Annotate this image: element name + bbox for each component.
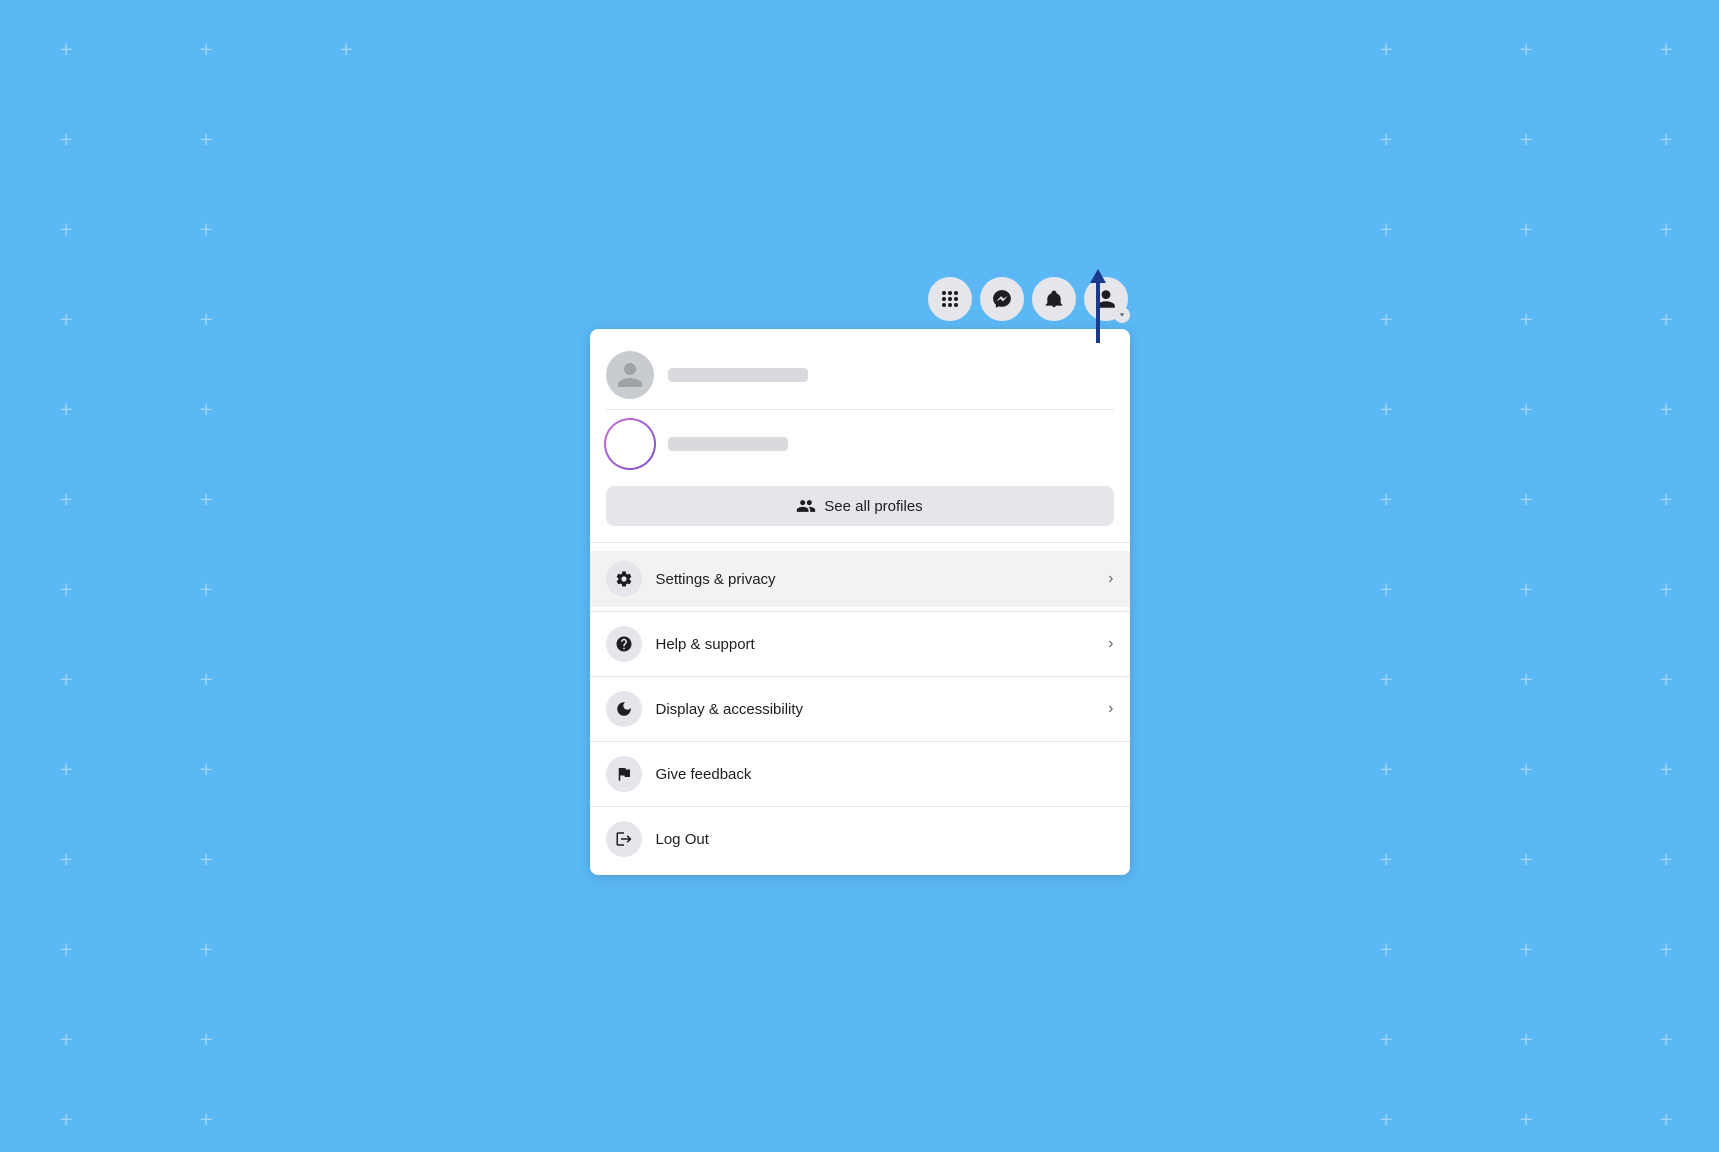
profile-row-2[interactable]: D [606,410,1114,478]
arrow-head [1090,269,1106,283]
settings-privacy-label: Settings & privacy [656,571,1095,588]
help-support-item[interactable]: Help & support › [590,616,1130,672]
messenger-button[interactable] [980,277,1024,321]
logout-label: Log Out [656,831,1114,848]
moon-icon [615,700,633,718]
bell-icon [1044,289,1064,309]
arrow-indicator [1090,269,1106,343]
profiles-section: D See all profiles [590,329,1130,543]
display-icon-container [606,691,642,727]
arrow-shaft [1096,283,1100,343]
give-feedback-item[interactable]: Give feedback [590,746,1130,802]
grid-button[interactable] [928,277,972,321]
see-all-profiles-button[interactable]: See all profiles [606,486,1114,526]
profile-row-1[interactable] [606,341,1114,410]
display-accessibility-item[interactable]: Display & accessibility › [590,681,1130,737]
divider-3 [590,741,1130,742]
profile-avatar-2: D [606,420,654,468]
logout-icon [615,830,633,848]
settings-chevron: › [1108,570,1113,588]
logout-icon-container [606,821,642,857]
divider-2 [590,676,1130,677]
grid-icon [940,289,960,309]
caret-down-indicator [1114,307,1130,323]
profile-avatar-1 [606,351,654,399]
help-icon-container [606,626,642,662]
give-feedback-label: Give feedback [656,766,1114,783]
logout-item[interactable]: Log Out [590,811,1130,867]
flag-icon [615,765,633,783]
dropdown-panel: D See all profiles [590,329,1130,875]
navbar [590,277,1130,321]
gear-icon [615,570,633,588]
divider-4 [590,806,1130,807]
profile-name-1 [668,368,808,382]
settings-icon-container [606,561,642,597]
people-icon [796,496,816,516]
see-all-label: See all profiles [824,498,922,515]
display-chevron: › [1108,700,1113,718]
notifications-button[interactable] [1032,277,1076,321]
messenger-icon [992,289,1012,309]
menu-section: Settings & privacy › Help & support › [590,543,1130,875]
story-ring: D [606,420,654,468]
feedback-icon-container [606,756,642,792]
display-accessibility-label: Display & accessibility [656,701,1095,718]
question-icon [615,635,633,653]
help-chevron: › [1108,635,1113,653]
help-support-label: Help & support [656,636,1095,653]
person-icon-1 [615,360,645,390]
story-avatar-inner: D [611,425,649,463]
main-container: D See all profiles [590,277,1130,875]
caret-icon [1118,311,1126,319]
divider-1 [590,611,1130,612]
profile-name-2 [668,437,788,451]
account-button-wrapper [1084,277,1128,321]
settings-privacy-item[interactable]: Settings & privacy › [590,551,1130,607]
